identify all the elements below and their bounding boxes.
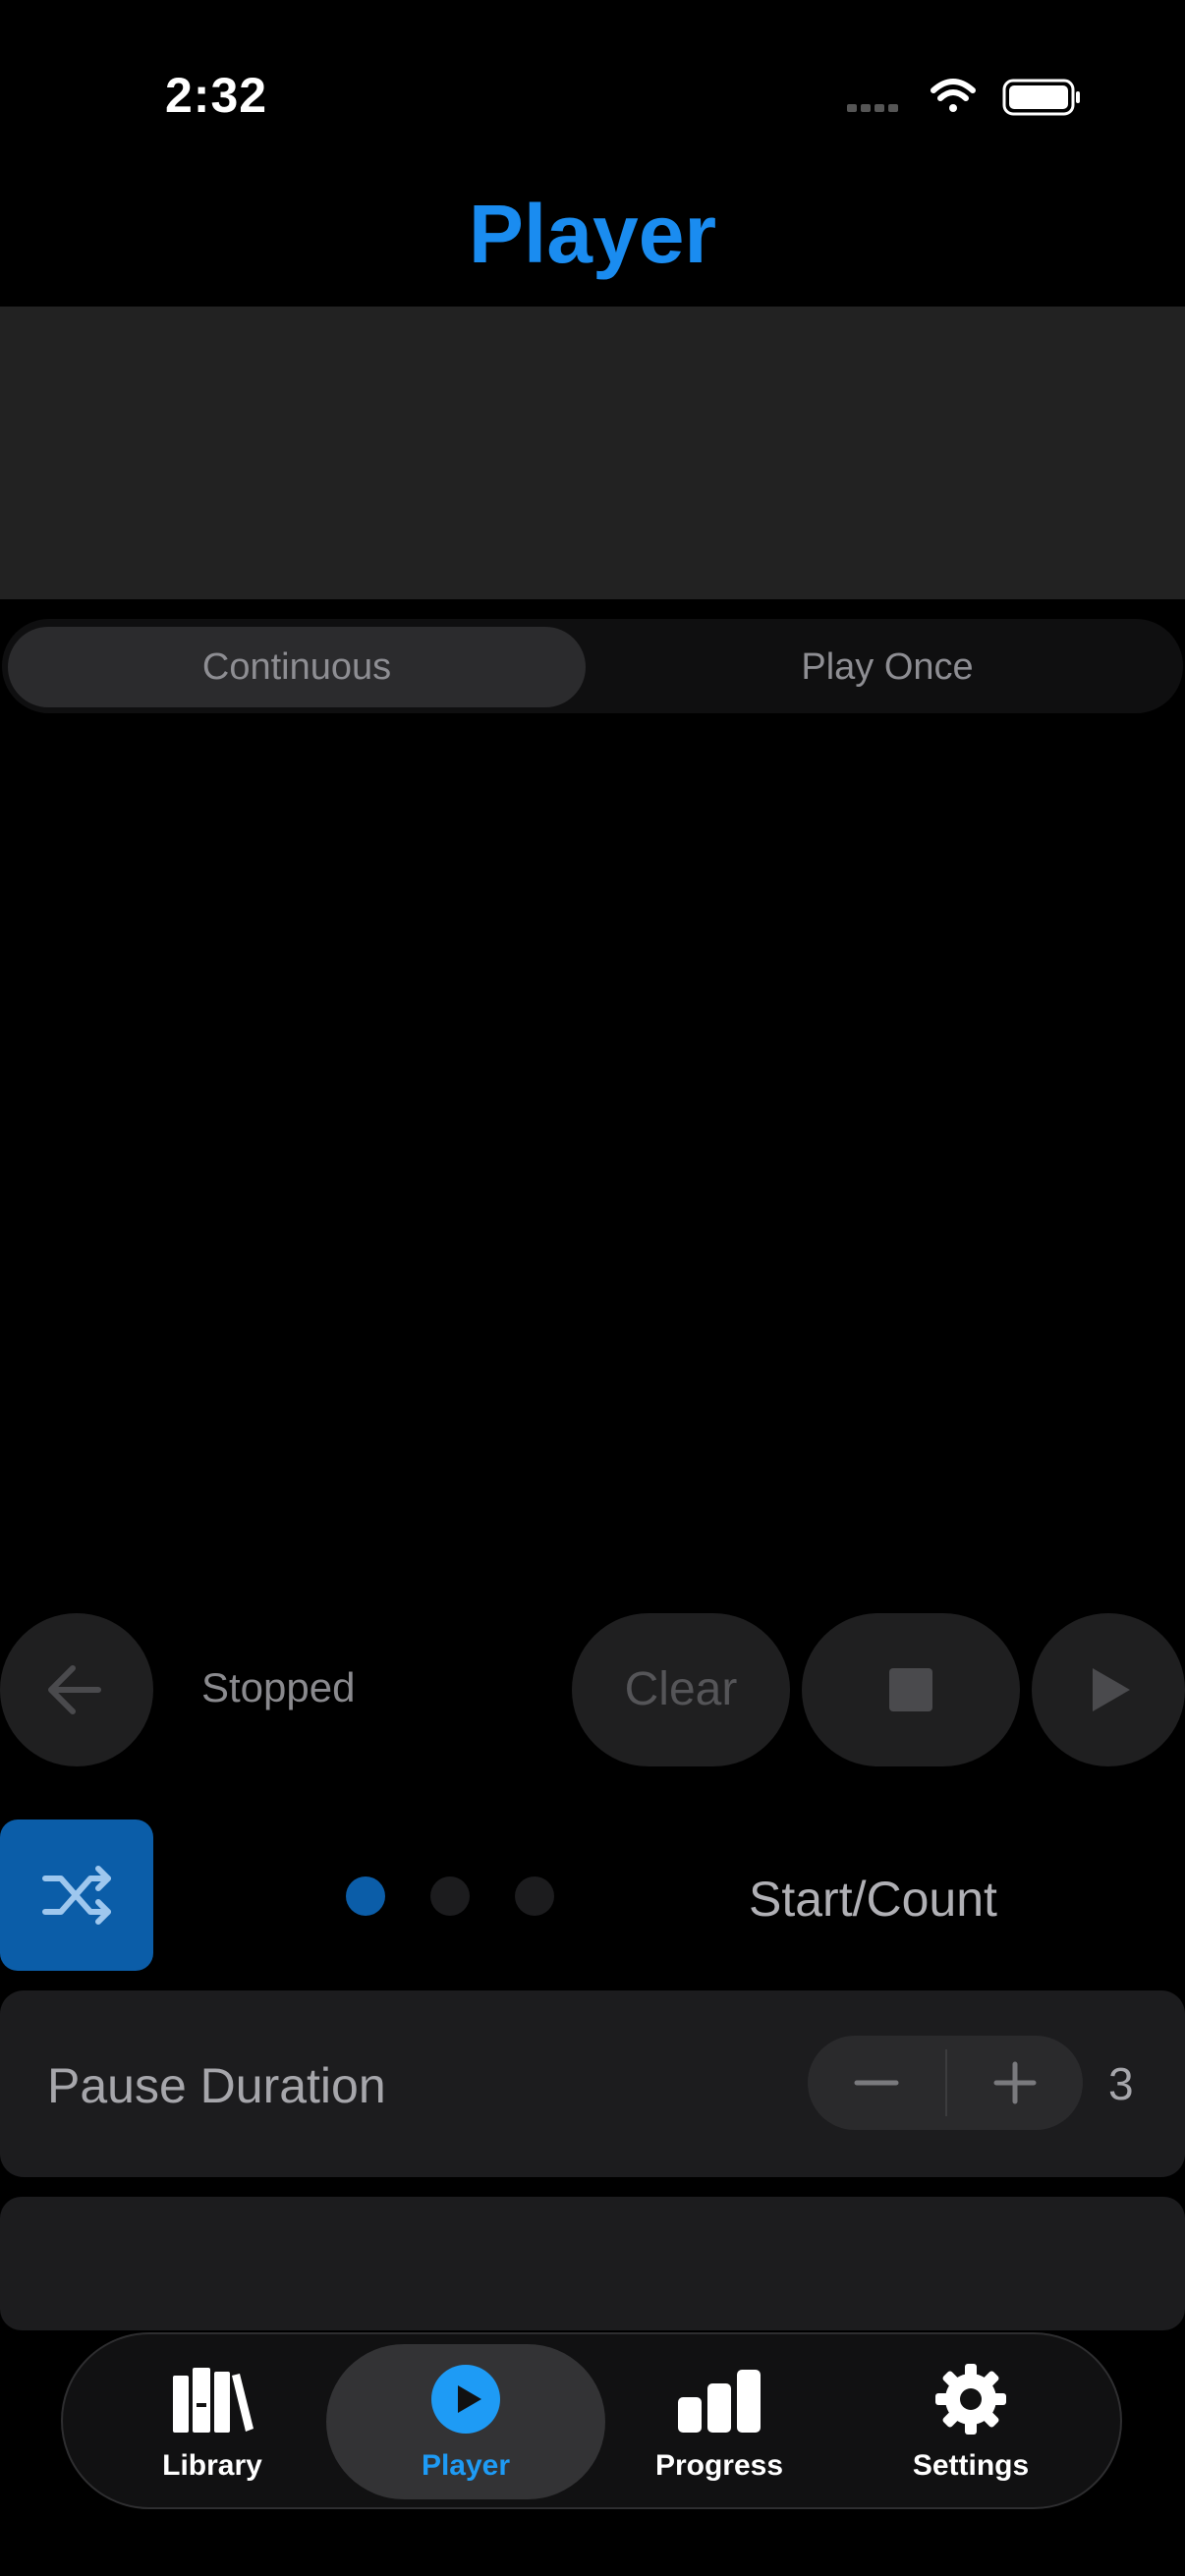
page-dot-3[interactable]: [515, 1876, 554, 1916]
bar-chart-icon: [678, 2370, 761, 2433]
play-circle-icon: [431, 2365, 500, 2434]
page-dot-2[interactable]: [430, 1876, 470, 1916]
tab-label-settings: Settings: [912, 2449, 1030, 2482]
shuffle-icon: [42, 1866, 111, 1925]
start-count-label: Start/Count: [749, 1872, 997, 1927]
decrement-button[interactable]: [808, 2036, 945, 2130]
pause-duration-value: 3: [1108, 2058, 1134, 2109]
tab-label-progress: Progress: [654, 2449, 784, 2482]
mode-continuous[interactable]: Continuous: [8, 627, 586, 707]
play-button[interactable]: [1032, 1613, 1185, 1766]
back-button[interactable]: [0, 1613, 153, 1766]
status-time: 2:32: [165, 68, 268, 123]
increment-button[interactable]: [947, 2036, 1083, 2130]
clear-button[interactable]: Clear: [572, 1613, 790, 1766]
books-icon: [173, 2368, 254, 2433]
pause-duration-label: Pause Duration: [47, 2058, 386, 2113]
arrow-left-icon: [48, 1665, 101, 1714]
playback-status: Stopped: [201, 1664, 356, 1710]
plus-icon: [993, 2061, 1037, 2104]
stop-icon: [889, 1668, 932, 1711]
mode-play-once[interactable]: Play Once: [595, 627, 1179, 707]
page-title: Player: [468, 188, 717, 280]
play-icon: [1093, 1668, 1130, 1711]
tab-label-player: Player: [421, 2449, 511, 2482]
status-icons: [847, 79, 1080, 116]
wifi-icon: [931, 79, 976, 112]
shuffle-button[interactable]: [0, 1820, 153, 1971]
page-dot-1[interactable]: [346, 1876, 385, 1916]
battery-icon: [1002, 79, 1080, 116]
stop-button[interactable]: [802, 1613, 1020, 1766]
empty-card: [0, 2197, 1185, 2330]
tab-label-library: Library: [162, 2449, 262, 2482]
artwork-panel: [0, 307, 1185, 599]
gear-icon: [935, 2364, 1006, 2435]
minus-icon: [854, 2080, 899, 2086]
signal-icon: [847, 104, 898, 112]
